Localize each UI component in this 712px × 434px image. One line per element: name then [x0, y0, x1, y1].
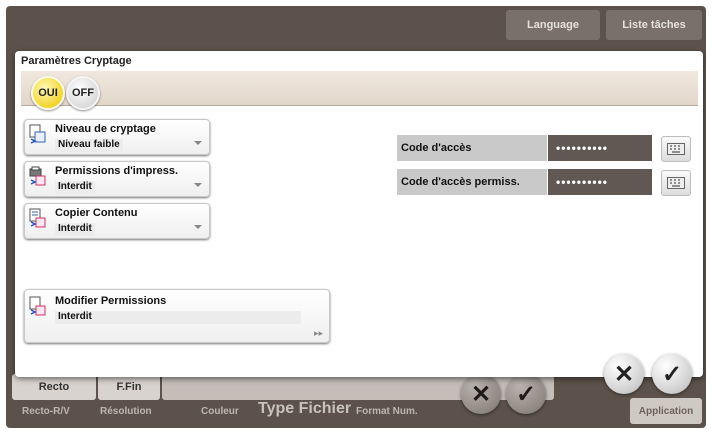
- copy-content-icon: [29, 208, 46, 228]
- toggle-on-button[interactable]: OUI: [31, 76, 65, 110]
- duplex-label: Recto-R/V: [22, 406, 70, 417]
- resolution-button[interactable]: F.Fin: [98, 374, 160, 400]
- encryption-icon: [29, 124, 46, 144]
- encryption-level-button[interactable]: Niveau de cryptage Niveau faible: [24, 119, 210, 155]
- cancel-button[interactable]: ✕: [604, 354, 644, 394]
- toggle-off-button[interactable]: OFF: [66, 76, 100, 110]
- ok-button[interactable]: ✓: [652, 354, 692, 394]
- print-permissions-label: Permissions d'impress.: [55, 165, 179, 177]
- copy-content-value: Interdit: [55, 223, 95, 236]
- permission-code-field[interactable]: ••••••••••: [548, 169, 652, 195]
- access-code-field[interactable]: ••••••••••: [548, 135, 652, 161]
- double-chevron-right-icon: ▸▸: [313, 328, 323, 338]
- chevron-down-icon: [194, 141, 202, 145]
- modify-permissions-icon: [29, 296, 46, 316]
- ok-dim-button[interactable]: ✓: [506, 374, 546, 414]
- printer-permission-icon: [29, 166, 46, 186]
- toggle-strip: OUI OFF: [21, 71, 698, 110]
- dialog-title: Paramètres Cryptage: [21, 55, 132, 67]
- application-button[interactable]: Application: [630, 398, 702, 424]
- modify-permissions-button[interactable]: Modifier Permissions Interdit ▸▸: [24, 289, 330, 343]
- modify-permissions-value: Interdit: [55, 311, 301, 324]
- encryption-level-value: Niveau faible: [55, 139, 123, 152]
- chevron-down-icon: [194, 183, 202, 187]
- color-label: Couleur: [201, 406, 239, 417]
- keyboard-icon[interactable]: [661, 170, 691, 196]
- permission-code-label: Code d'accès permiss.: [397, 169, 547, 195]
- close-icon: ✕: [613, 360, 635, 388]
- cancel-dim-button[interactable]: ✕: [461, 374, 501, 414]
- copy-content-label: Copier Contenu: [55, 207, 138, 219]
- job-list-button[interactable]: Liste tâches: [606, 10, 702, 40]
- chevron-down-icon: [194, 225, 202, 229]
- print-permissions-value: Interdit: [55, 181, 95, 194]
- file-type-label: Type Fichier: [258, 400, 352, 417]
- encryption-level-label: Niveau de cryptage: [55, 123, 156, 135]
- resolution-label: Résolution: [100, 406, 152, 417]
- checkmark-icon: ✓: [661, 360, 683, 388]
- panel-frame: Language Liste tâches Recto F.Fin Recto-…: [6, 6, 706, 428]
- print-permissions-button[interactable]: Permissions d'impress. Interdit: [24, 161, 210, 197]
- language-button[interactable]: Language: [506, 10, 600, 40]
- keyboard-icon[interactable]: [661, 136, 691, 162]
- access-code-label: Code d'accès: [397, 135, 547, 161]
- scan-format-label: Format Num.: [356, 406, 418, 417]
- encryption-settings-dialog: Paramètres Cryptage OUI OFF Niveau de cr…: [15, 51, 703, 377]
- recto-button[interactable]: Recto: [12, 374, 96, 400]
- copy-content-button[interactable]: Copier Contenu Interdit: [24, 203, 210, 239]
- modify-permissions-label: Modifier Permissions: [55, 295, 167, 307]
